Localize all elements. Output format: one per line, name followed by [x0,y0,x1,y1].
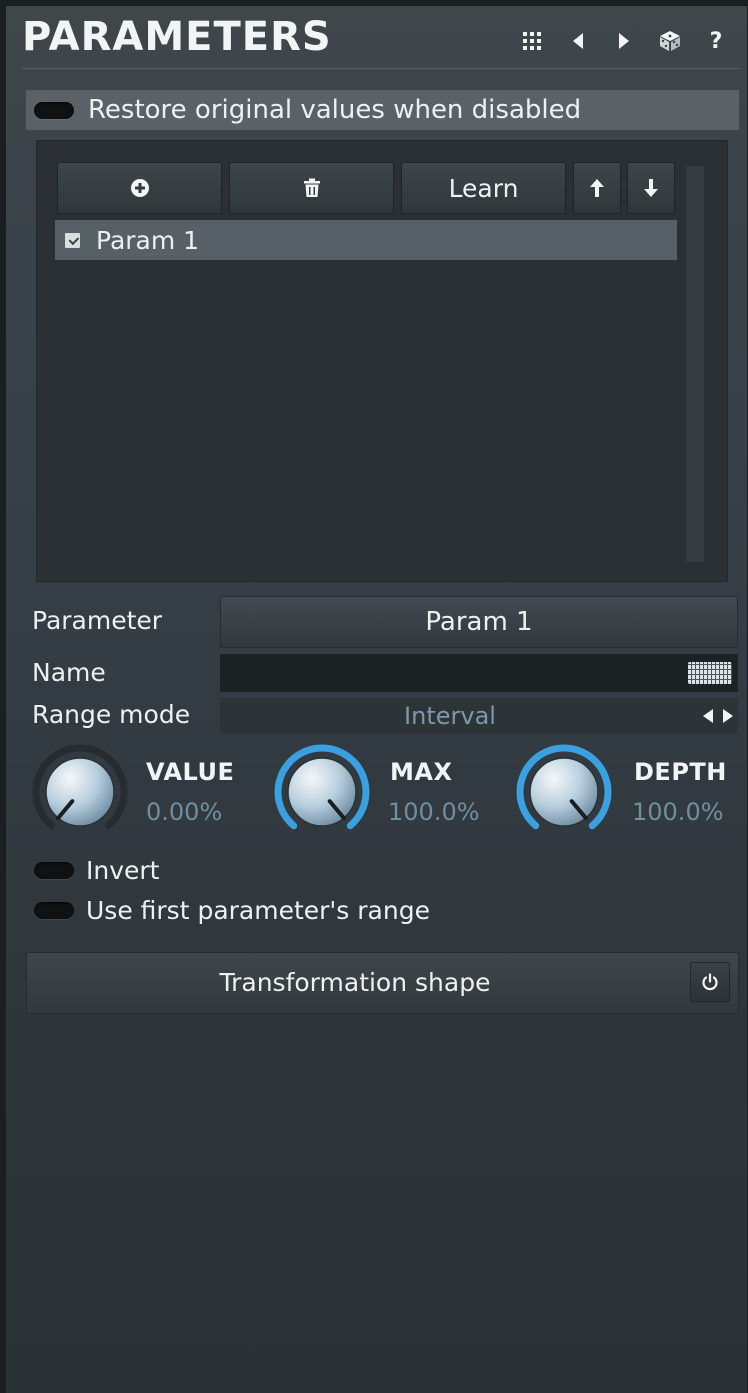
grid-icon[interactable] [509,26,555,56]
value-knob-value: 0.00% [146,798,223,826]
add-icon [130,179,149,197]
invert-label: Invert [86,855,160,885]
keyboard-icon[interactable] [688,662,732,684]
move-down-button[interactable] [627,162,675,214]
invert-toggle[interactable] [34,861,74,879]
parameter-selector[interactable]: Param 1 [220,596,738,648]
parameter-label: Parameter [32,606,163,635]
dice-icon[interactable] [647,26,693,56]
transformation-shape-label: Transformation shape [219,968,491,997]
invert-toggle-row[interactable]: Invert [32,850,159,890]
arrow-right-icon[interactable] [601,26,647,56]
learn-button[interactable]: Learn [401,162,566,214]
restore-label: Restore original values when disabled [88,95,582,125]
delete-parameter-button[interactable] [229,162,394,214]
max-knob[interactable] [272,742,372,842]
first-range-label: Use first parameter's range [86,895,430,925]
value-knob[interactable] [30,742,130,842]
range-next-icon[interactable] [722,708,734,724]
list-item[interactable]: Param 1 [55,220,677,260]
move-up-button[interactable] [573,162,621,214]
max-knob-value: 100.0% [388,798,480,826]
arrow-down-icon [644,179,658,197]
add-parameter-button[interactable] [57,162,222,214]
value-knob-label: VALUE [146,758,235,786]
max-knob-label: MAX [390,758,453,786]
depth-knob-label: DEPTH [634,758,727,786]
arrow-left-icon[interactable] [555,26,601,56]
trash-icon [303,178,320,197]
depth-knob-value: 100.0% [632,798,724,826]
name-field[interactable] [220,654,738,692]
depth-knob[interactable] [514,742,614,842]
power-icon [702,973,718,991]
range-prev-icon[interactable] [702,708,714,724]
first-range-toggle[interactable] [34,901,74,919]
restore-toggle[interactable] [34,101,74,119]
header-toolbar: ? [509,26,739,56]
checkbox-icon[interactable] [65,232,80,248]
help-icon[interactable]: ? [693,26,739,56]
range-mode-label: Range mode [32,700,191,729]
restore-original-toggle-row[interactable]: Restore original values when disabled [26,90,739,130]
parameter-list-box: Learn Param 1 [36,140,728,582]
panel-title: PARAMETERS [22,14,332,60]
transformation-shape-button[interactable]: Transformation shape [26,952,739,1014]
parameters-panel: PARAMETERS ? Restore original values whe… [6,6,747,1393]
title-divider [22,68,741,69]
list-scrollbar[interactable] [686,166,704,562]
name-label: Name [32,658,106,687]
first-range-toggle-row[interactable]: Use first parameter's range [32,890,430,930]
range-mode-selector[interactable]: Interval [220,698,738,734]
arrow-up-icon [590,179,604,197]
power-button[interactable] [690,962,730,1002]
list-item-label: Param 1 [96,225,200,255]
range-mode-value: Interval [404,702,496,730]
